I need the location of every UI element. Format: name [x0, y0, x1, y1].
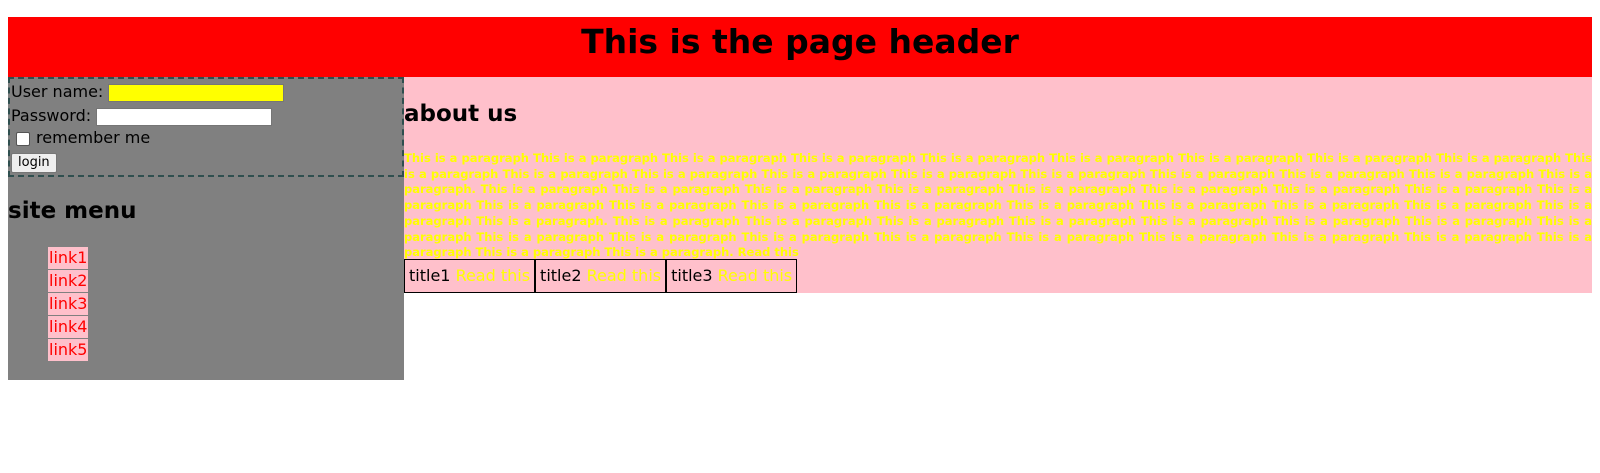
page-header: This is the page header [8, 17, 1592, 77]
read-this-link[interactable]: Read this [718, 266, 792, 285]
title-box-1: title1 Read this [404, 259, 536, 293]
remember-me-checkbox[interactable] [16, 131, 30, 146]
menu-link-5[interactable]: link5 [48, 339, 89, 361]
read-this-link[interactable]: Read this [456, 266, 530, 285]
title-box-3: title3 Read this [666, 259, 798, 293]
password-label: Password: [11, 106, 92, 125]
site-menu-title: site menu [8, 198, 137, 224]
site-menu-list: link1 link2 link3 link4 link5 [48, 247, 89, 362]
page-header-title: This is the page header [581, 22, 1019, 61]
password-row: Password: [11, 105, 273, 127]
menu-link-4[interactable]: link4 [48, 316, 89, 338]
title-box-title: title1 [409, 266, 451, 285]
about-paragraph-text: This is a paragraph This is a paragraph … [404, 151, 1592, 260]
menu-link-2[interactable]: link2 [48, 270, 89, 292]
about-paragraph: This is a paragraph This is a paragraph … [404, 151, 1592, 261]
menu-item: link2 [48, 270, 89, 293]
read-this-link[interactable]: Read this [587, 266, 661, 285]
login-form: User name: Password: remember me login [8, 77, 404, 177]
username-label: User name: [11, 82, 104, 101]
username-row: User name: [11, 81, 285, 103]
about-us-title: about us [404, 101, 518, 127]
remember-me-label: remember me [36, 128, 151, 147]
title-box-title: title3 [671, 266, 713, 285]
main-content: about us This is a paragraph This is a p… [404, 77, 1592, 293]
menu-item: link5 [48, 339, 89, 362]
menu-item: link4 [48, 316, 89, 339]
paragraph-read-this-link[interactable]: Read this [738, 245, 799, 259]
menu-item: link1 [48, 247, 89, 270]
menu-link-1[interactable]: link1 [48, 247, 89, 269]
menu-item: link3 [48, 293, 89, 316]
username-input[interactable] [108, 83, 285, 102]
title-box-2: title2 Read this [535, 259, 667, 293]
remember-me-row[interactable]: remember me [11, 127, 150, 149]
title-box-title: title2 [540, 266, 582, 285]
menu-link-3[interactable]: link3 [48, 293, 89, 315]
password-input[interactable] [96, 107, 273, 126]
sidebar: User name: Password: remember me login s… [8, 77, 404, 380]
title-boxes: title1 Read this title2 Read this title3… [404, 259, 798, 293]
login-button[interactable]: login [11, 153, 57, 173]
